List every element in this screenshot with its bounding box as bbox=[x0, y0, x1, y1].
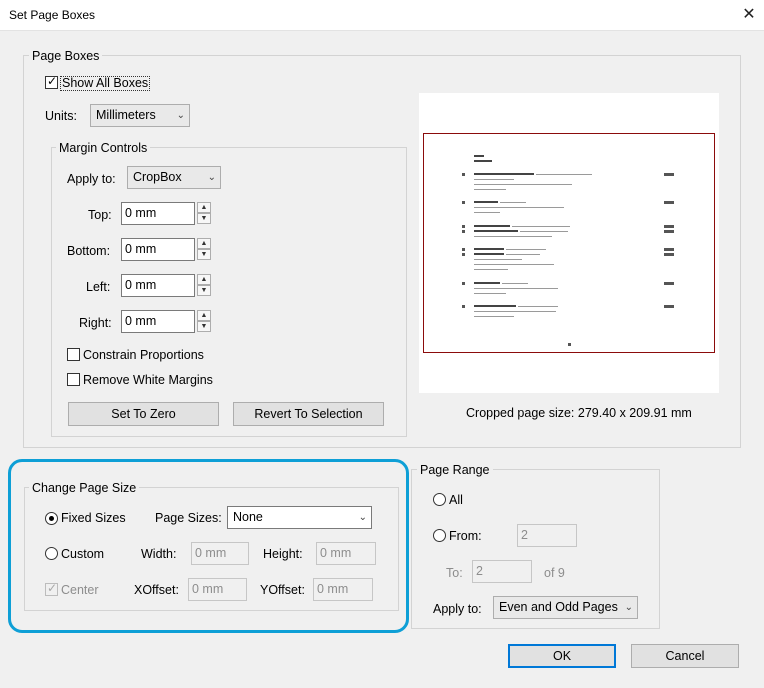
from-label[interactable]: From: bbox=[449, 529, 482, 543]
highlight-outline bbox=[8, 459, 409, 633]
remove-white-margins-checkbox[interactable] bbox=[67, 373, 80, 386]
to-field[interactable]: 2 bbox=[472, 560, 532, 583]
chevron-down-icon: ⌄ bbox=[624, 602, 633, 613]
bottom-field[interactable]: 0 mm bbox=[121, 238, 195, 261]
page-boxes-legend: Page Boxes bbox=[29, 49, 103, 63]
units-select[interactable]: Millimeters ⌄ bbox=[90, 104, 190, 127]
right-label: Right: bbox=[79, 316, 112, 330]
units-label: Units: bbox=[45, 109, 77, 123]
page-range-apply-to-label: Apply to: bbox=[433, 602, 482, 616]
close-icon[interactable]: ✕ bbox=[739, 4, 759, 26]
show-all-boxes-checkbox[interactable] bbox=[45, 74, 58, 89]
page-range-legend: Page Range bbox=[417, 463, 493, 477]
to-label: To: bbox=[446, 566, 463, 580]
cancel-button[interactable]: Cancel bbox=[631, 644, 739, 668]
constrain-proportions-checkbox[interactable] bbox=[67, 348, 80, 361]
dialog-title: Set Page Boxes bbox=[9, 8, 96, 22]
left-spin-up-icon[interactable]: ▲ bbox=[197, 274, 211, 285]
right-spin-down-icon[interactable]: ▼ bbox=[197, 321, 211, 332]
top-spin-down-icon[interactable]: ▼ bbox=[197, 213, 211, 224]
cropped-page-size: Cropped page size: 279.40 x 209.91 mm bbox=[466, 406, 692, 420]
constrain-proportions-label[interactable]: Constrain Proportions bbox=[83, 348, 204, 362]
page-range-apply-to-value: Even and Odd Pages bbox=[499, 600, 618, 614]
all-label[interactable]: All bbox=[449, 493, 463, 507]
bottom-spin-up-icon[interactable]: ▲ bbox=[197, 238, 211, 249]
chevron-down-icon: ⌄ bbox=[207, 172, 216, 183]
right-spin-up-icon[interactable]: ▲ bbox=[197, 310, 211, 321]
title-bar bbox=[0, 0, 764, 31]
set-to-zero-button[interactable]: Set To Zero bbox=[68, 402, 219, 426]
apply-to-label: Apply to: bbox=[67, 172, 116, 186]
bottom-label: Bottom: bbox=[67, 244, 111, 258]
chevron-down-icon: ⌄ bbox=[176, 110, 185, 121]
margin-controls-legend: Margin Controls bbox=[56, 141, 151, 155]
right-field[interactable]: 0 mm bbox=[121, 310, 195, 333]
units-value: Millimeters bbox=[96, 108, 156, 122]
show-all-boxes-label[interactable]: Show All Boxes bbox=[60, 76, 151, 91]
top-label: Top: bbox=[88, 208, 112, 222]
crop-box-preview bbox=[423, 133, 715, 353]
from-field[interactable]: 2 bbox=[517, 524, 577, 547]
bottom-spin-down-icon[interactable]: ▼ bbox=[197, 249, 211, 260]
apply-to-select[interactable]: CropBox ⌄ bbox=[127, 166, 221, 189]
left-spin-down-icon[interactable]: ▼ bbox=[197, 285, 211, 296]
all-radio[interactable] bbox=[433, 493, 446, 506]
from-radio[interactable] bbox=[433, 529, 446, 542]
top-spin-up-icon[interactable]: ▲ bbox=[197, 202, 211, 213]
left-field[interactable]: 0 mm bbox=[121, 274, 195, 297]
remove-white-margins-label[interactable]: Remove White Margins bbox=[83, 373, 213, 387]
left-label: Left: bbox=[86, 280, 111, 294]
page-range-apply-to-select[interactable]: Even and Odd Pages ⌄ bbox=[493, 596, 638, 619]
revert-to-selection-button[interactable]: Revert To Selection bbox=[233, 402, 384, 426]
top-field[interactable]: 0 mm bbox=[121, 202, 195, 225]
apply-to-value: CropBox bbox=[133, 170, 182, 184]
ok-button[interactable]: OK bbox=[508, 644, 616, 668]
page-count-label: of 9 bbox=[544, 566, 565, 580]
